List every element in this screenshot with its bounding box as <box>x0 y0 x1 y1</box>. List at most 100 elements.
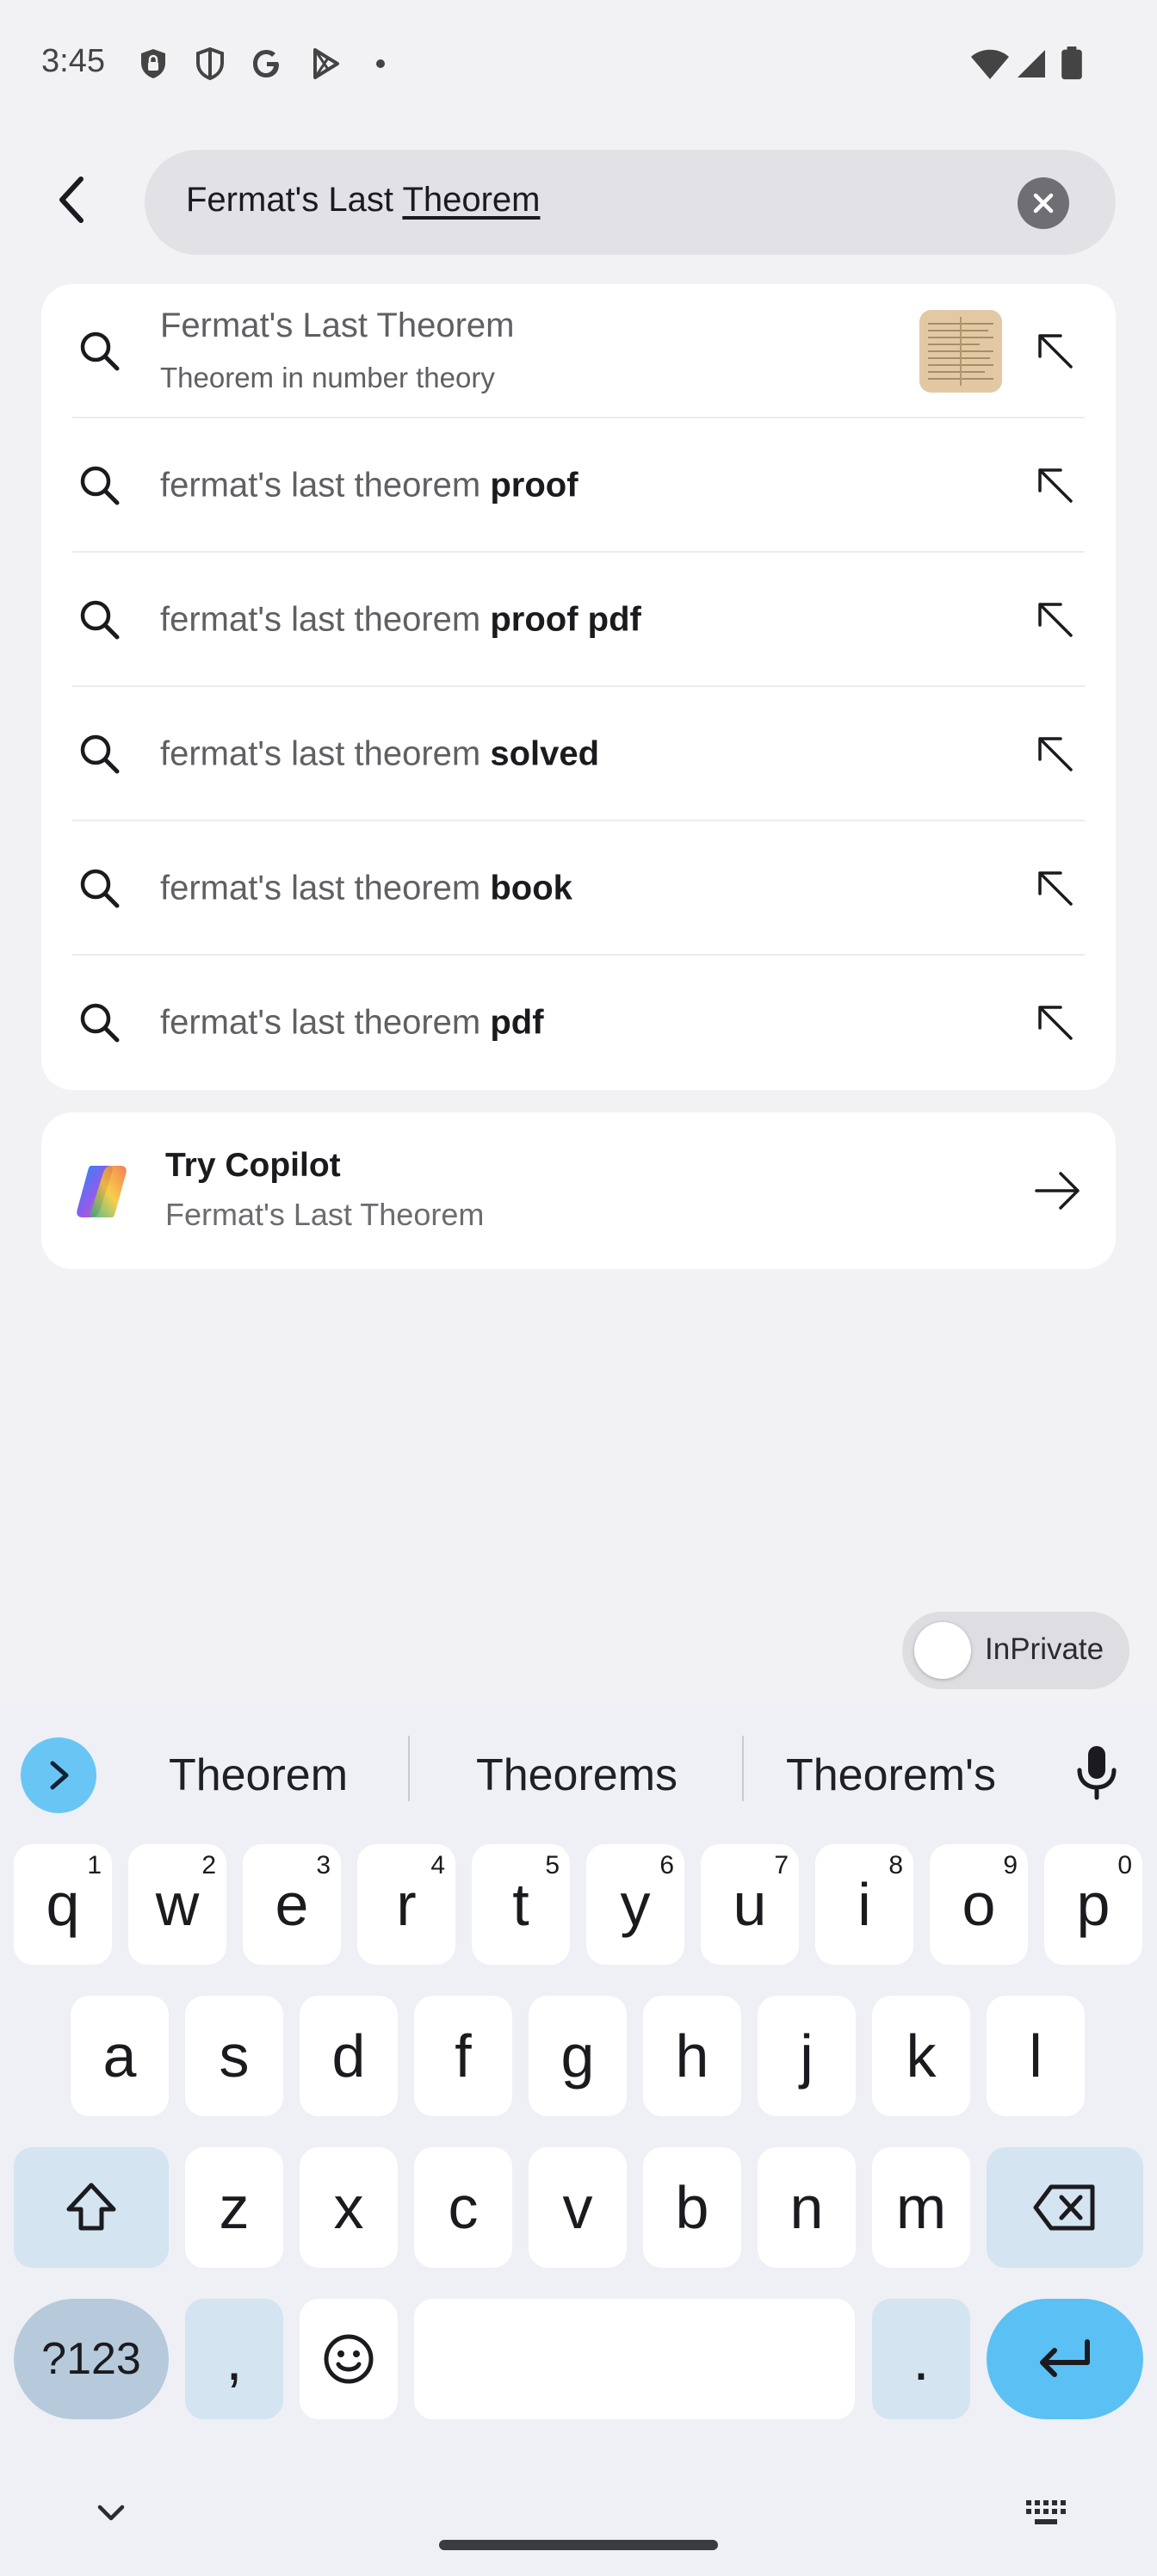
dot-icon <box>376 59 385 68</box>
key-number-hint: 3 <box>316 1851 331 1879</box>
keyboard-suggestion-2[interactable]: Theorems <box>439 1749 715 1801</box>
keyboard-suggestion-1[interactable]: Theorem <box>129 1749 387 1801</box>
back-arrow-icon <box>59 176 84 223</box>
key-p[interactable]: p0 <box>1044 1844 1142 1965</box>
symbols-key[interactable]: ?123 <box>14 2299 169 2419</box>
key-letter: u <box>733 1871 767 1938</box>
suggestion-prefix: fermat's last theorem <box>160 466 491 505</box>
suggestion-completion: book <box>490 869 572 907</box>
period-key[interactable]: . <box>872 2299 970 2419</box>
microphone-icon[interactable] <box>1071 1743 1123 1803</box>
suggestion-completion: pdf <box>490 1003 544 1042</box>
vpn-lock-icon <box>141 49 165 78</box>
suggestion-text: fermat's last theorem proof pdf <box>160 601 641 640</box>
key-l[interactable]: l <box>987 1996 1085 2116</box>
suggestion-prefix: fermat's last theorem <box>160 734 491 773</box>
keyboard-switch-icon[interactable] <box>1024 2497 1069 2531</box>
suggestion-text: fermat's last theorem pdf <box>160 1004 544 1043</box>
space-key[interactable] <box>414 2299 855 2419</box>
gesture-nav-handle[interactable] <box>439 2540 718 2550</box>
key-w[interactable]: w2 <box>128 1844 226 1965</box>
key-u[interactable]: u7 <box>701 1844 799 1965</box>
suggestion-title: Fermat's Last Theorem <box>160 307 515 344</box>
key-f[interactable]: f <box>414 1996 512 2116</box>
key-t[interactable]: t5 <box>472 1844 570 1965</box>
key-i[interactable]: i8 <box>815 1844 913 1965</box>
key-j[interactable]: j <box>758 1996 856 2116</box>
key-d[interactable]: d <box>300 1996 398 2116</box>
key-b[interactable]: b <box>643 2147 741 2268</box>
fill-query-arrow-icon[interactable] <box>1030 997 1081 1049</box>
status-bar: 3:45 <box>0 0 1157 129</box>
key-number-hint: 4 <box>430 1851 445 1879</box>
key-y[interactable]: y6 <box>586 1844 684 1965</box>
keyboard-suggestion-3[interactable]: Theorem's <box>758 1749 1024 1801</box>
enter-key[interactable] <box>987 2299 1143 2419</box>
fill-query-arrow-icon[interactable] <box>1030 325 1081 377</box>
suggestion-item[interactable]: fermat's last theorem proof <box>41 418 1116 553</box>
key-c[interactable]: c <box>414 2147 512 2268</box>
hide-keyboard-chevron-icon[interactable] <box>90 2492 133 2535</box>
suggestions-list: Fermat's Last Theorem Theorem in number … <box>41 284 1116 1090</box>
key-letter: p <box>1076 1871 1111 1938</box>
suggestion-prefix: fermat's last theorem <box>160 1003 491 1042</box>
suggestion-item[interactable]: fermat's last theorem proof pdf <box>41 553 1116 687</box>
suggestion-item[interactable]: fermat's last theorem solved <box>41 687 1116 821</box>
emoji-key[interactable] <box>300 2299 398 2419</box>
key-letter: i <box>857 1871 871 1938</box>
key-letter: y <box>620 1871 651 1938</box>
inprivate-toggle[interactable]: InPrivate <box>902 1612 1129 1689</box>
key-number-hint: 6 <box>659 1851 674 1879</box>
suggestion-text: fermat's last theorem solved <box>160 735 599 774</box>
key-e[interactable]: e3 <box>243 1844 341 1965</box>
chevron-right-icon <box>50 1761 69 1790</box>
try-copilot-card[interactable]: Try Copilot Fermat's Last Theorem <box>41 1112 1116 1269</box>
key-o[interactable]: o9 <box>930 1844 1028 1965</box>
key-x[interactable]: x <box>300 2147 398 2268</box>
key-q[interactable]: q1 <box>14 1844 112 1965</box>
backspace-key[interactable] <box>987 2147 1143 2268</box>
status-time: 3:45 <box>41 43 105 79</box>
key-h[interactable]: h <box>643 1996 741 2116</box>
copilot-title: Try Copilot <box>165 1147 341 1184</box>
key-z[interactable]: z <box>185 2147 283 2268</box>
key-r[interactable]: r4 <box>357 1844 455 1965</box>
key-m[interactable]: m <box>872 2147 970 2268</box>
key-number-hint: 2 <box>201 1851 216 1879</box>
key-letter: o <box>962 1871 996 1938</box>
play-store-icon <box>313 48 339 79</box>
key-number-hint: 7 <box>774 1851 789 1879</box>
shift-key[interactable] <box>14 2147 169 2268</box>
suggestion-item[interactable]: fermat's last theorem pdf <box>41 956 1116 1090</box>
suggestion-subtitle: Theorem in number theory <box>160 362 495 393</box>
search-query: Fermat's Last Theorem <box>186 181 541 220</box>
key-s[interactable]: s <box>185 1996 283 2116</box>
key-number-hint: 5 <box>545 1851 560 1879</box>
key-n[interactable]: n <box>758 2147 856 2268</box>
key-a[interactable]: a <box>71 1996 169 2116</box>
fill-query-arrow-icon[interactable] <box>1030 594 1081 646</box>
key-k[interactable]: k <box>872 1996 970 2116</box>
key-v[interactable]: v <box>529 2147 627 2268</box>
key-letter: q <box>46 1871 80 1938</box>
wifi-icon <box>971 49 1009 79</box>
comma-key[interactable]: , <box>185 2299 283 2419</box>
clear-search-button[interactable] <box>1018 177 1069 229</box>
key-g[interactable]: g <box>529 1996 627 2116</box>
fill-query-arrow-icon[interactable] <box>1030 728 1081 780</box>
keyboard-expand-button[interactable] <box>21 1737 96 1813</box>
back-button[interactable] <box>41 169 103 231</box>
key-letter: r <box>396 1871 417 1938</box>
search-query-composing: Theorem <box>402 181 541 219</box>
suggestion-item[interactable]: fermat's last theorem book <box>41 821 1116 956</box>
suggestion-top-result[interactable]: Fermat's Last Theorem Theorem in number … <box>41 284 1116 418</box>
enter-arrow-icon <box>1040 2339 1090 2377</box>
fill-query-arrow-icon[interactable] <box>1030 460 1081 511</box>
fill-query-arrow-icon[interactable] <box>1030 863 1081 914</box>
suggestion-completion: solved <box>490 734 600 773</box>
search-input[interactable]: Fermat's Last Theorem <box>145 150 1116 255</box>
key-number-hint: 0 <box>1117 1851 1132 1879</box>
search-icon <box>80 1003 120 1043</box>
suggestion-completion: proof <box>490 466 578 505</box>
emoji-icon <box>324 2334 374 2384</box>
